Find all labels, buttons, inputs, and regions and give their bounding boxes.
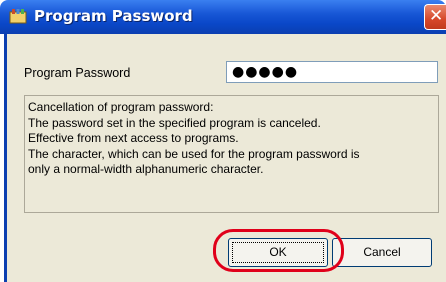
cancel-button-label: Cancel [363, 245, 401, 259]
password-label: Program Password [24, 66, 131, 80]
description-line: Effective from next access to programs. [28, 131, 239, 145]
description-line: Cancellation of program password: [28, 100, 214, 114]
description-line: The character, which can be used for the… [28, 146, 360, 161]
password-input[interactable]: ●●●●● [226, 61, 438, 83]
description-box: Cancellation of program password: The pa… [24, 95, 439, 213]
app-icon [9, 9, 27, 24]
description-line: The password set in the specified progra… [28, 115, 321, 130]
close-icon: ✕ [429, 6, 444, 26]
program-password-dialog: Program Password ✕ Program Password ●●●●… [0, 0, 446, 282]
close-button[interactable]: ✕ [424, 4, 446, 30]
window-title: Program Password [34, 7, 193, 25]
ok-highlight-annotation [213, 229, 344, 272]
title-bar[interactable]: Program Password ✕ [0, 0, 446, 34]
cancel-button[interactable]: Cancel [332, 238, 432, 267]
description-line: only a normal-width alphanumeric charact… [28, 162, 264, 176]
